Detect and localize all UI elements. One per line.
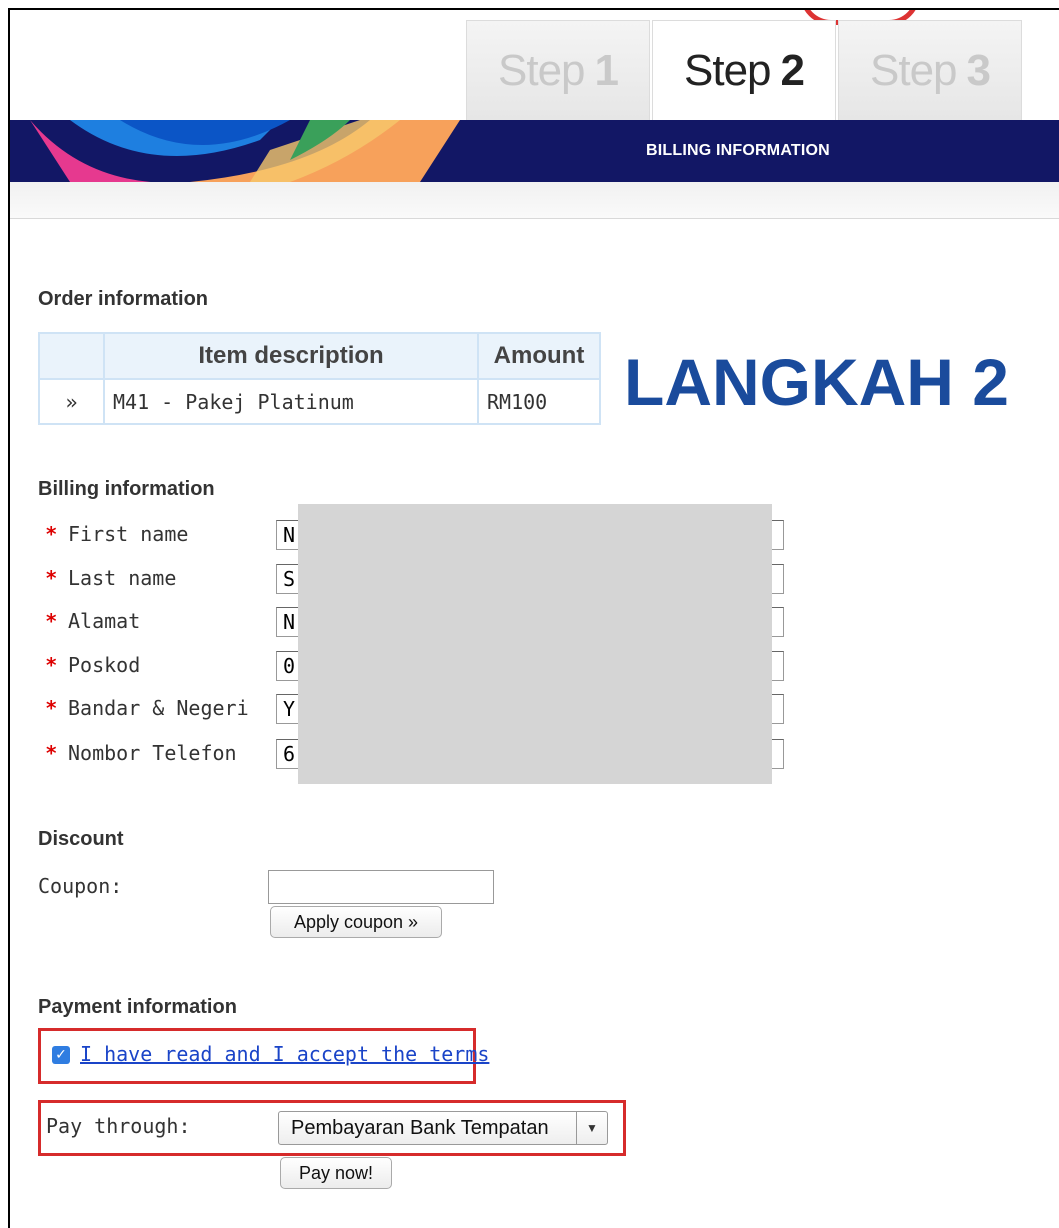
bandar-negeri-label: Bandar & Negeri xyxy=(68,696,249,720)
terms-checkbox[interactable]: ✓ xyxy=(52,1046,70,1064)
coupon-field[interactable] xyxy=(268,870,494,904)
tab-step-3[interactable]: Step 3 xyxy=(838,20,1022,120)
table-row: » M41 - Pakej Platinum RM100 xyxy=(38,378,601,425)
nombor-telefon-label: Nombor Telefon xyxy=(68,741,237,765)
first-name-label: First name xyxy=(68,522,189,546)
page-frame: Step 1 Step 2 Step 3 BILLING INFORMATION Or… xyxy=(8,8,1059,1228)
order-header-marker xyxy=(38,332,105,380)
pay-now-button[interactable]: Pay now! xyxy=(280,1157,392,1189)
step-annotation: LANGKAH 2 xyxy=(624,345,1010,419)
step-tabs: Step 1 Step 2 Step 3 xyxy=(466,20,1024,120)
payment-method-value: Pembayaran Bank Tempatan xyxy=(291,1116,549,1139)
order-header-amount: Amount xyxy=(477,332,601,380)
redaction-block xyxy=(298,504,772,784)
required-marker: * xyxy=(46,696,57,720)
coupon-label: Coupon: xyxy=(38,874,123,898)
tab-step-2-label: Step xyxy=(684,45,772,95)
required-marker: * xyxy=(46,653,57,677)
tab-step-3-label: Step xyxy=(870,45,958,95)
bandar-negeri-row: * Bandar & Negeri xyxy=(46,688,249,728)
nombor-telefon-row: * Nombor Telefon xyxy=(46,733,237,773)
order-information-heading: Order information xyxy=(38,288,209,310)
item-description: M41 - Pakej Platinum xyxy=(103,378,479,425)
required-marker: * xyxy=(46,741,57,765)
row-marker: » xyxy=(38,378,105,425)
poskod-row: * Poskod xyxy=(46,645,140,685)
item-amount: RM100 xyxy=(477,378,601,425)
terms-link[interactable]: I have read and I accept the terms xyxy=(80,1042,489,1066)
banner-artwork xyxy=(30,120,460,182)
payment-information-heading: Payment information xyxy=(38,996,237,1018)
order-header-description: Item description xyxy=(103,332,479,380)
tab-step-1-number: 1 xyxy=(594,45,620,95)
required-marker: * xyxy=(46,566,57,590)
order-table: Item description Amount » M41 - Pakej Pl… xyxy=(38,332,601,425)
banner-title: BILLING INFORMATION xyxy=(646,142,830,159)
tab-step-2-number: 2 xyxy=(780,45,806,95)
chevron-down-icon[interactable]: ▼ xyxy=(576,1112,607,1144)
poskod-label: Poskod xyxy=(68,653,141,677)
sub-header-bar xyxy=(10,182,1059,219)
tab-step-1-label: Step xyxy=(498,45,586,95)
last-name-row: * Last name xyxy=(46,558,176,598)
order-table-header: Item description Amount xyxy=(38,332,601,380)
payment-method-select[interactable]: Pembayaran Bank Tempatan ▼ xyxy=(278,1111,608,1145)
required-marker: * xyxy=(46,522,57,546)
last-name-label: Last name xyxy=(68,566,177,590)
tab-step-2[interactable]: Step 2 xyxy=(652,20,836,120)
alamat-label: Alamat xyxy=(68,609,141,633)
billing-information-heading: Billing information xyxy=(38,478,215,500)
header-banner: BILLING INFORMATION xyxy=(10,120,1059,182)
required-marker: * xyxy=(46,609,57,633)
discount-heading: Discount xyxy=(38,828,124,850)
tab-step-3-number: 3 xyxy=(966,45,992,95)
pay-through-label: Pay through: xyxy=(46,1114,191,1138)
tab-step-1[interactable]: Step 1 xyxy=(466,20,650,120)
apply-coupon-button[interactable]: Apply coupon » xyxy=(270,906,442,938)
first-name-row: * First name xyxy=(46,514,188,554)
alamat-row: * Alamat xyxy=(46,601,140,641)
